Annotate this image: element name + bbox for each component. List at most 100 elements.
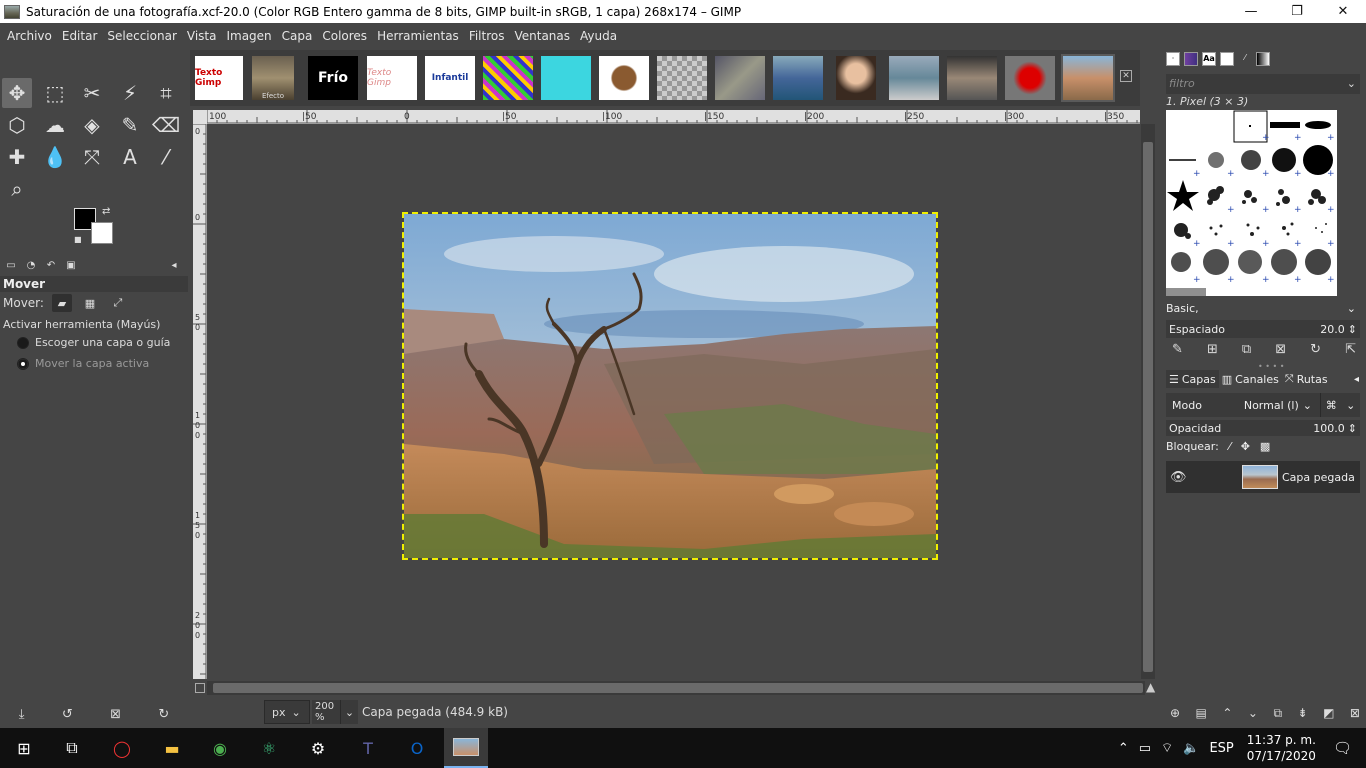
brush-editor-tab-icon[interactable]: ⁄	[1238, 52, 1252, 66]
merge-down-icon[interactable]: ⇟	[1298, 706, 1308, 721]
filter-chevron-icon[interactable]: ⌄	[1347, 74, 1356, 94]
pencil-tool-icon[interactable]: ✎	[115, 110, 145, 140]
lock-alpha-icon[interactable]: ▩	[1260, 440, 1270, 453]
tab-capas[interactable]: ☰ Capas	[1166, 370, 1219, 388]
task-view-icon[interactable]: ⧉	[58, 734, 86, 762]
duplicate-layer-icon[interactable]: ⧉	[1273, 706, 1282, 721]
new-brush-icon[interactable]: ⊞	[1207, 342, 1218, 357]
opacity-spin-icon[interactable]: ⇕	[1348, 422, 1357, 435]
atom-icon[interactable]: ⚛	[255, 734, 283, 762]
eraser-tool-icon[interactable]: ⌫	[151, 110, 181, 140]
text-tool-icon[interactable]: A	[115, 142, 145, 172]
vertical-scroll-thumb[interactable]	[1143, 142, 1153, 672]
image-tab-stars[interactable]	[483, 56, 533, 100]
duplicate-brush-icon[interactable]: ⧉	[1242, 342, 1251, 357]
menu-seleccionar[interactable]: Seleccionar	[102, 29, 181, 43]
new-layer-group-icon[interactable]: ▤	[1196, 706, 1207, 721]
configure-tab-icon[interactable]: ◂	[166, 258, 182, 272]
move-tool-icon[interactable]: ✥	[2, 78, 32, 108]
battery-icon[interactable]: ▭	[1139, 741, 1151, 756]
gimp-taskbar-icon[interactable]	[444, 728, 488, 768]
file-explorer-icon[interactable]: ▬	[158, 734, 186, 762]
menu-herramientas[interactable]: Herramientas	[372, 29, 464, 43]
settings-gear-icon[interactable]: ⚙	[304, 734, 332, 762]
brush-grid[interactable]: + + + + + + + + + + + + + + + + + + + + + +	[1166, 110, 1337, 296]
radio-move-active[interactable]: Mover la capa activa	[17, 357, 149, 370]
configure-layers-tab-icon[interactable]: ◂	[1351, 370, 1362, 388]
scissors-tool-icon[interactable]: ✂	[77, 78, 107, 108]
move-selection-icon[interactable]: ▦	[80, 294, 100, 312]
menu-ayuda[interactable]: Ayuda	[575, 29, 622, 43]
image-tab-coconut[interactable]	[599, 56, 649, 100]
delete-brush-icon[interactable]: ⊠	[1275, 342, 1286, 357]
image-tab-rose[interactable]	[1005, 56, 1055, 100]
image-tab-sunset[interactable]	[947, 56, 997, 100]
start-button-icon[interactable]: ⊞	[10, 734, 38, 762]
crop-tool-icon[interactable]: ⌗	[151, 78, 181, 108]
save-options-icon[interactable]: ⤓	[19, 707, 25, 722]
brush-preset-select[interactable]: Basic, ⌄	[1166, 299, 1360, 317]
image-tab-frio[interactable]: Frío	[308, 56, 358, 100]
ruler-corner[interactable]	[193, 110, 207, 124]
image-canvas[interactable]	[207, 124, 1140, 679]
reset-colors-icon[interactable]: ■	[74, 235, 82, 244]
smudge-tool-icon[interactable]: 💧	[40, 142, 70, 172]
notifications-icon[interactable]: 🗨	[1333, 739, 1352, 757]
transform-tool-icon[interactable]: ⬡	[2, 110, 32, 140]
quick-mask-toggle[interactable]	[195, 683, 205, 693]
gradients-tab-icon[interactable]	[1256, 52, 1270, 66]
radio-pick-layer[interactable]: Escoger una capa o guía	[17, 336, 170, 349]
horizontal-scroll-thumb[interactable]	[213, 683, 1143, 693]
swap-colors-icon[interactable]: ⇄	[102, 206, 110, 217]
brush-spacing-slider[interactable]: Espaciado 20.0 ⇕	[1166, 320, 1360, 338]
close-button[interactable]: ✕	[1320, 0, 1366, 23]
fonts-tab-icon[interactable]: Aa	[1202, 52, 1216, 66]
canyon-photo[interactable]	[402, 212, 938, 560]
teams-icon[interactable]: T	[354, 734, 382, 762]
volume-icon[interactable]: 🔈	[1183, 741, 1199, 756]
brush-spacing-value[interactable]: 20.0	[1320, 323, 1345, 336]
documents-tab-icon[interactable]	[1220, 52, 1234, 66]
fuzzy-select-tool-icon[interactable]: ⚡	[115, 78, 145, 108]
clock[interactable]: 11:37 p. m. 07/17/2020	[1247, 732, 1316, 764]
refresh-brushes-icon[interactable]: ↻	[1310, 342, 1321, 357]
image-tab-leaves[interactable]	[657, 56, 707, 100]
image-tab-snowfield[interactable]	[889, 56, 939, 100]
layer-thumbnail[interactable]	[1242, 465, 1278, 489]
warp-tool-icon[interactable]: ☁	[40, 110, 70, 140]
edit-brush-icon[interactable]: ✎	[1172, 342, 1183, 357]
patterns-tab-icon[interactable]	[1184, 52, 1198, 66]
maximize-button[interactable]: ❐	[1274, 0, 1320, 23]
move-path-icon[interactable]: ⤢	[108, 294, 128, 312]
image-tab-texto-gimp-red[interactable]: Texto Gimp	[195, 56, 243, 100]
menu-vista[interactable]: Vista	[182, 29, 222, 43]
horizontal-ruler[interactable]: 100 |50 0 |50 |100 |150 |200 |250 |300 |…	[207, 110, 1140, 124]
menu-filtros[interactable]: Filtros	[464, 29, 510, 43]
device-status-tab-icon[interactable]: ◔	[23, 258, 39, 272]
rect-select-tool-icon[interactable]: ⬚	[40, 78, 70, 108]
layer-name[interactable]: Capa pegada	[1282, 471, 1355, 484]
delete-options-icon[interactable]: ⊠	[110, 707, 121, 722]
menu-ventanas[interactable]: Ventanas	[509, 29, 575, 43]
radio-move-active-dot[interactable]	[17, 357, 29, 370]
bucket-fill-tool-icon[interactable]: ◈	[77, 110, 107, 140]
outlook-icon[interactable]: O	[403, 734, 431, 762]
image-tab-lake[interactable]	[773, 56, 823, 100]
visibility-eye-icon[interactable]: 👁	[1170, 470, 1192, 485]
image-tab-canyon-active[interactable]	[1061, 54, 1115, 102]
language-indicator[interactable]: ESP	[1209, 741, 1233, 756]
tab-canales[interactable]: ▥ Canales	[1219, 370, 1282, 388]
open-brush-icon[interactable]: ⇱	[1345, 342, 1356, 357]
layer-opacity-value[interactable]: 100.0	[1313, 422, 1345, 435]
images-tab-icon[interactable]: ▣	[63, 258, 79, 272]
composite-mode-button[interactable]: ⌘ ⌄	[1320, 393, 1360, 417]
image-tab-texto-gimp[interactable]: Texto Gimp	[367, 56, 417, 100]
radio-pick-layer-dot[interactable]	[17, 336, 29, 349]
chrome-icon[interactable]: ◉	[206, 734, 234, 762]
menu-imagen[interactable]: Imagen	[221, 29, 276, 43]
image-tab-snowman[interactable]	[541, 56, 591, 100]
vertical-scrollbar[interactable]	[1141, 124, 1155, 679]
layer-mask-icon[interactable]: ◩	[1323, 706, 1334, 721]
paths-tool-icon[interactable]: ⤧	[77, 142, 107, 172]
brushes-tab-icon[interactable]: ·	[1166, 52, 1180, 66]
